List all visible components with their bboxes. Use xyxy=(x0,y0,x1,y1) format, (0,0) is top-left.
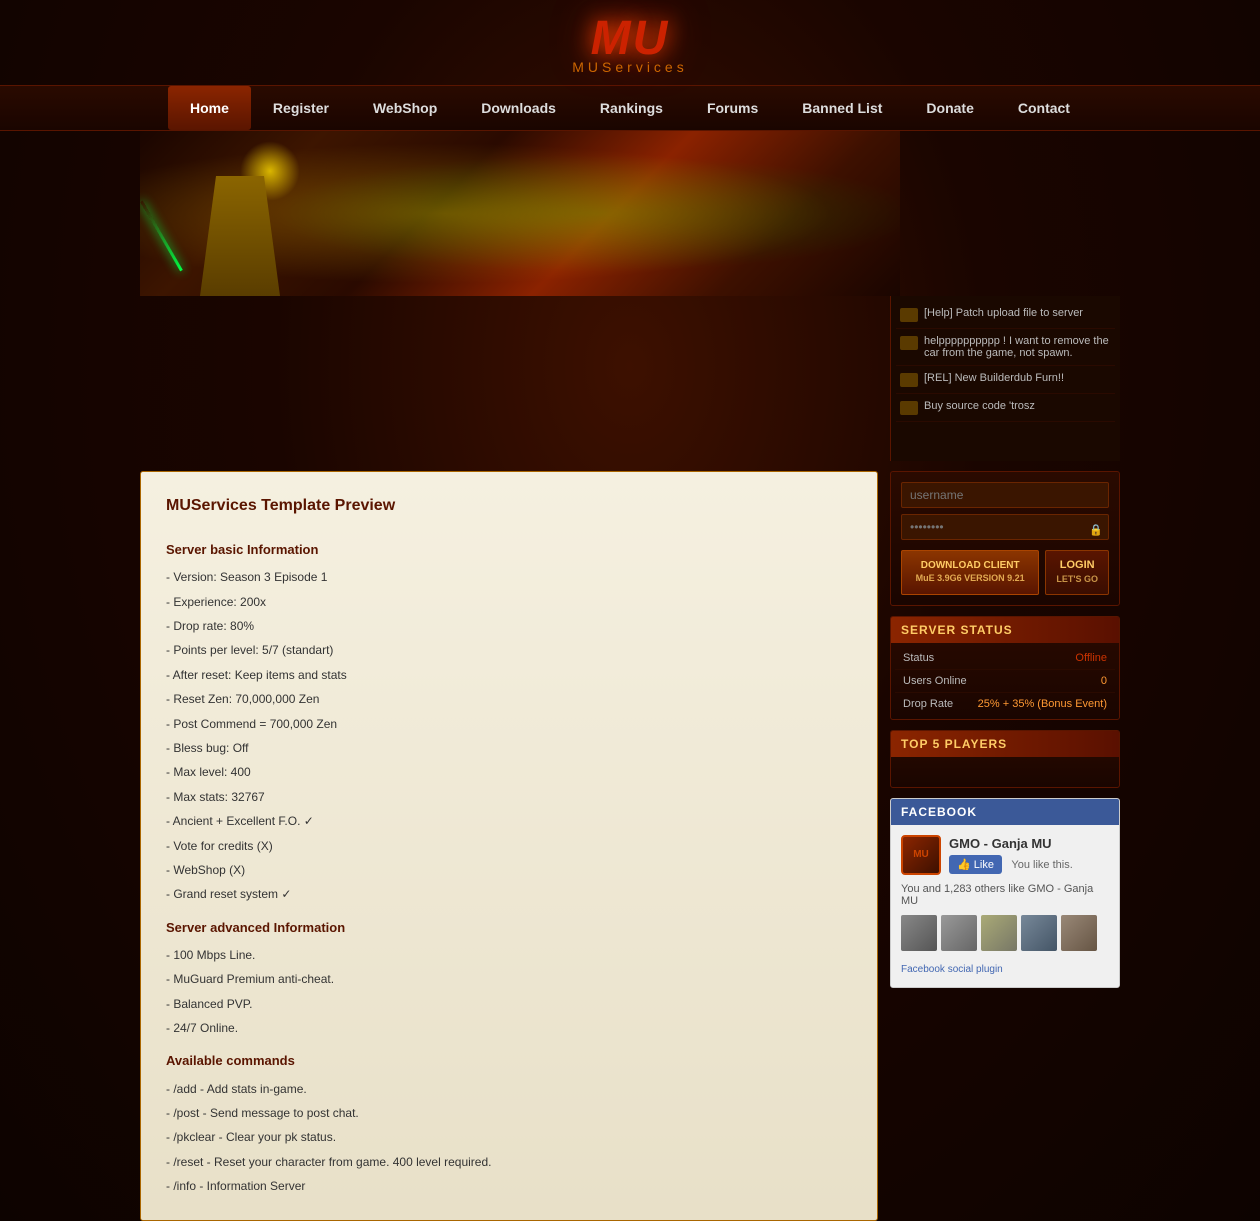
chat-icon-3 xyxy=(900,373,918,387)
info-line: - Max stats: 32767 xyxy=(166,787,852,807)
fb-thumbnails xyxy=(901,915,1109,951)
fb-thumb-5 xyxy=(1061,915,1097,951)
password-wrapper: 🔒 xyxy=(901,514,1109,546)
banner-image xyxy=(140,131,900,296)
section1-title: Server basic Information xyxy=(166,539,852,561)
fb-thumb-1 xyxy=(901,915,937,951)
info-line: - Balanced PVP. xyxy=(166,994,852,1014)
fb-thumb-3 xyxy=(981,915,1017,951)
chat-icon-4 xyxy=(900,401,918,415)
facebook-header: FACEBOOK xyxy=(891,799,1119,825)
page-title: MUServices Template Preview xyxy=(166,492,852,519)
info-line: - /post - Send message to post chat. xyxy=(166,1103,852,1123)
info-line: - Post Commend = 700,000 Zen xyxy=(166,714,852,734)
server-status-widget: SERVER STATUS Status Offline Users Onlin… xyxy=(890,616,1120,720)
forum-post-1[interactable]: [Help] Patch upload file to server xyxy=(896,301,1115,329)
nav-webshop[interactable]: WebShop xyxy=(351,86,459,130)
info-line: - /add - Add stats in-game. xyxy=(166,1079,852,1099)
content-left: MUServices Template Preview Server basic… xyxy=(140,461,878,1221)
top-players-widget: TOP 5 PLAYERS xyxy=(890,730,1120,788)
status-row-users: Users Online 0 xyxy=(895,670,1115,693)
main-content-box: MUServices Template Preview Server basic… xyxy=(140,471,878,1221)
top-players-content xyxy=(891,757,1119,787)
drop-rate-value: 25% + 35% (Bonus Event) xyxy=(978,698,1107,710)
chat-icon-2 xyxy=(900,336,918,350)
info-line: - 100 Mbps Line. xyxy=(166,945,852,965)
chat-icon-1 xyxy=(900,308,918,322)
login-widget: 🔒 DOWNLOAD CLIENT MuE 3.9G6 VERSION 9.21… xyxy=(890,471,1120,606)
nav-banned-list[interactable]: Banned List xyxy=(780,86,904,130)
info-line: - Bless bug: Off xyxy=(166,738,852,758)
status-label: Status xyxy=(903,652,934,664)
main-nav: Home Register WebShop Downloads Rankings… xyxy=(0,85,1260,131)
top-players-header: TOP 5 PLAYERS xyxy=(891,731,1119,757)
info-line: - /info - Information Server xyxy=(166,1176,852,1196)
forum-post-3[interactable]: [REL] New Builderdub Furn!! xyxy=(896,366,1115,394)
info-line: - /pkclear - Clear your pk status. xyxy=(166,1127,852,1147)
eye-icon: 🔒 xyxy=(1089,524,1103,537)
facebook-widget: FACEBOOK MU GMO - Ganja MU 👍 Like You li… xyxy=(890,798,1120,988)
info-line: - WebShop (X) xyxy=(166,860,852,880)
banner-area: [Help] Patch upload file to server helpp… xyxy=(130,131,1130,461)
username-wrapper xyxy=(901,482,1109,514)
info-line: - /reset - Reset your character from gam… xyxy=(166,1152,852,1172)
info-line: - MuGuard Premium anti-cheat. xyxy=(166,969,852,989)
users-online-label: Users Online xyxy=(903,675,967,687)
info-line: - Max level: 400 xyxy=(166,762,852,782)
info-line: - 24/7 Online. xyxy=(166,1018,852,1038)
download-client-button[interactable]: DOWNLOAD CLIENT MuE 3.9G6 VERSION 9.21 xyxy=(901,550,1039,595)
banner-sidebar: [Help] Patch upload file to server helpp… xyxy=(890,296,1120,461)
fb-avatar: MU xyxy=(901,835,941,875)
fb-friends-text: You and 1,283 others like GMO - Ganja MU xyxy=(901,883,1109,907)
forum-post-2[interactable]: helpppppppppp ! I want to remove the car… xyxy=(896,329,1115,366)
status-row-drop: Drop Rate 25% + 35% (Bonus Event) xyxy=(895,693,1115,715)
info-line: - Drop rate: 80% xyxy=(166,616,852,636)
username-input[interactable] xyxy=(901,482,1109,508)
status-table: Status Offline Users Online 0 Drop Rate … xyxy=(891,643,1119,719)
info-line: - Ancient + Excellent F.O. ✓ xyxy=(166,811,852,831)
nav-donate[interactable]: Donate xyxy=(904,86,995,130)
fb-plugin-link[interactable]: Facebook social plugin xyxy=(901,964,1003,975)
login-buttons: DOWNLOAD CLIENT MuE 3.9G6 VERSION 9.21 L… xyxy=(901,550,1109,595)
fb-thumb-2 xyxy=(941,915,977,951)
info-line: - Points per level: 5/7 (standart) xyxy=(166,640,852,660)
fb-page-info: MU GMO - Ganja MU 👍 Like You like this. xyxy=(901,835,1109,875)
section3-title: Available commands xyxy=(166,1050,852,1072)
fb-thumb-4 xyxy=(1021,915,1057,951)
status-row-status: Status Offline xyxy=(895,647,1115,670)
fb-like-button[interactable]: 👍 Like xyxy=(949,855,1002,874)
header: MU MUServices xyxy=(0,0,1260,85)
nav-rankings[interactable]: Rankings xyxy=(578,86,685,130)
nav-contact[interactable]: Contact xyxy=(996,86,1092,130)
login-button[interactable]: LOGIN LET'S GO xyxy=(1045,550,1109,595)
forum-post-4[interactable]: Buy source code 'trosz xyxy=(896,394,1115,422)
nav-forums[interactable]: Forums xyxy=(685,86,780,130)
password-input[interactable] xyxy=(901,514,1109,540)
users-online-value: 0 xyxy=(1101,675,1107,687)
fb-page-name: GMO - Ganja MU xyxy=(949,836,1073,851)
fb-like-row: 👍 Like You like this. xyxy=(949,855,1073,874)
facebook-content: MU GMO - Ganja MU 👍 Like You like this. … xyxy=(891,825,1119,987)
section2-title: Server advanced Information xyxy=(166,917,852,939)
info-line: - Version: Season 3 Episode 1 xyxy=(166,567,852,587)
login-form: 🔒 DOWNLOAD CLIENT MuE 3.9G6 VERSION 9.21… xyxy=(891,472,1119,605)
nav-downloads[interactable]: Downloads xyxy=(459,86,578,130)
nav-home[interactable]: Home xyxy=(168,86,251,130)
fb-like-text: You like this. xyxy=(1011,859,1072,871)
site-subtitle: MUServices xyxy=(0,59,1260,75)
server-status-header: SERVER STATUS xyxy=(891,617,1119,643)
info-line: - After reset: Keep items and stats xyxy=(166,665,852,685)
info-line: - Grand reset system ✓ xyxy=(166,884,852,904)
drop-rate-label: Drop Rate xyxy=(903,698,953,710)
info-line: - Experience: 200x xyxy=(166,592,852,612)
info-line: - Reset Zen: 70,000,000 Zen xyxy=(166,689,852,709)
site-logo: MU xyxy=(0,15,1260,63)
nav-register[interactable]: Register xyxy=(251,86,351,130)
info-line: - Vote for credits (X) xyxy=(166,836,852,856)
sidebar-right: 🔒 DOWNLOAD CLIENT MuE 3.9G6 VERSION 9.21… xyxy=(890,461,1120,1221)
status-value: Offline xyxy=(1075,652,1107,664)
